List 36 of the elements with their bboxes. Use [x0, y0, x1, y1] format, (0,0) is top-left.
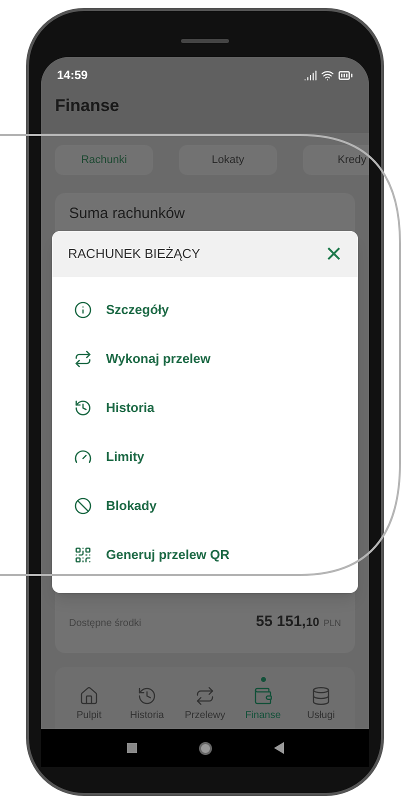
nav-item[interactable]: Przelewy	[177, 677, 233, 723]
qr-code-icon	[74, 546, 92, 564]
arrows-icon	[74, 350, 92, 368]
close-button[interactable]: ×	[326, 240, 342, 268]
dialog-title: RACHUNEK BIEŻĄCY	[68, 245, 200, 264]
history-icon	[137, 686, 157, 706]
nav-item[interactable]: Usługi	[293, 677, 349, 723]
wallet-icon	[253, 686, 273, 706]
menu-item[interactable]: Historia	[52, 383, 358, 432]
tab[interactable]: Lokaty	[179, 145, 277, 175]
menu-item[interactable]: Generuj przelew QR	[52, 530, 358, 579]
page-title: Finanse	[55, 96, 120, 115]
arrows-icon	[195, 686, 215, 706]
back-button[interactable]	[274, 742, 284, 754]
nav-item[interactable]: Pulpit	[61, 677, 117, 723]
database-icon	[311, 686, 331, 706]
menu-item[interactable]: Wykonaj przelew	[52, 334, 358, 383]
recent-apps-button[interactable]	[126, 743, 136, 753]
wifi-icon	[321, 68, 334, 82]
home-icon	[79, 686, 99, 706]
history-icon	[74, 398, 92, 416]
menu-item[interactable]: Blokady	[52, 481, 358, 530]
gauge-icon	[74, 448, 92, 466]
speaker-grille	[181, 39, 229, 43]
block-icon	[74, 496, 92, 514]
menu-item[interactable]: Szczegóły	[52, 285, 358, 334]
menu-item[interactable]: Limity	[52, 432, 358, 481]
nav-item[interactable]: Historia	[119, 677, 175, 723]
info-icon	[74, 300, 92, 318]
nav-item[interactable]: Finanse	[235, 677, 291, 723]
tab[interactable]: Kredy	[303, 145, 369, 175]
status-time: 14:59	[57, 67, 88, 84]
signal-icon	[304, 68, 317, 82]
card-title: Suma rachunków	[69, 204, 186, 224]
home-button[interactable]	[198, 742, 212, 754]
tab[interactable]: Rachunki	[55, 145, 153, 175]
